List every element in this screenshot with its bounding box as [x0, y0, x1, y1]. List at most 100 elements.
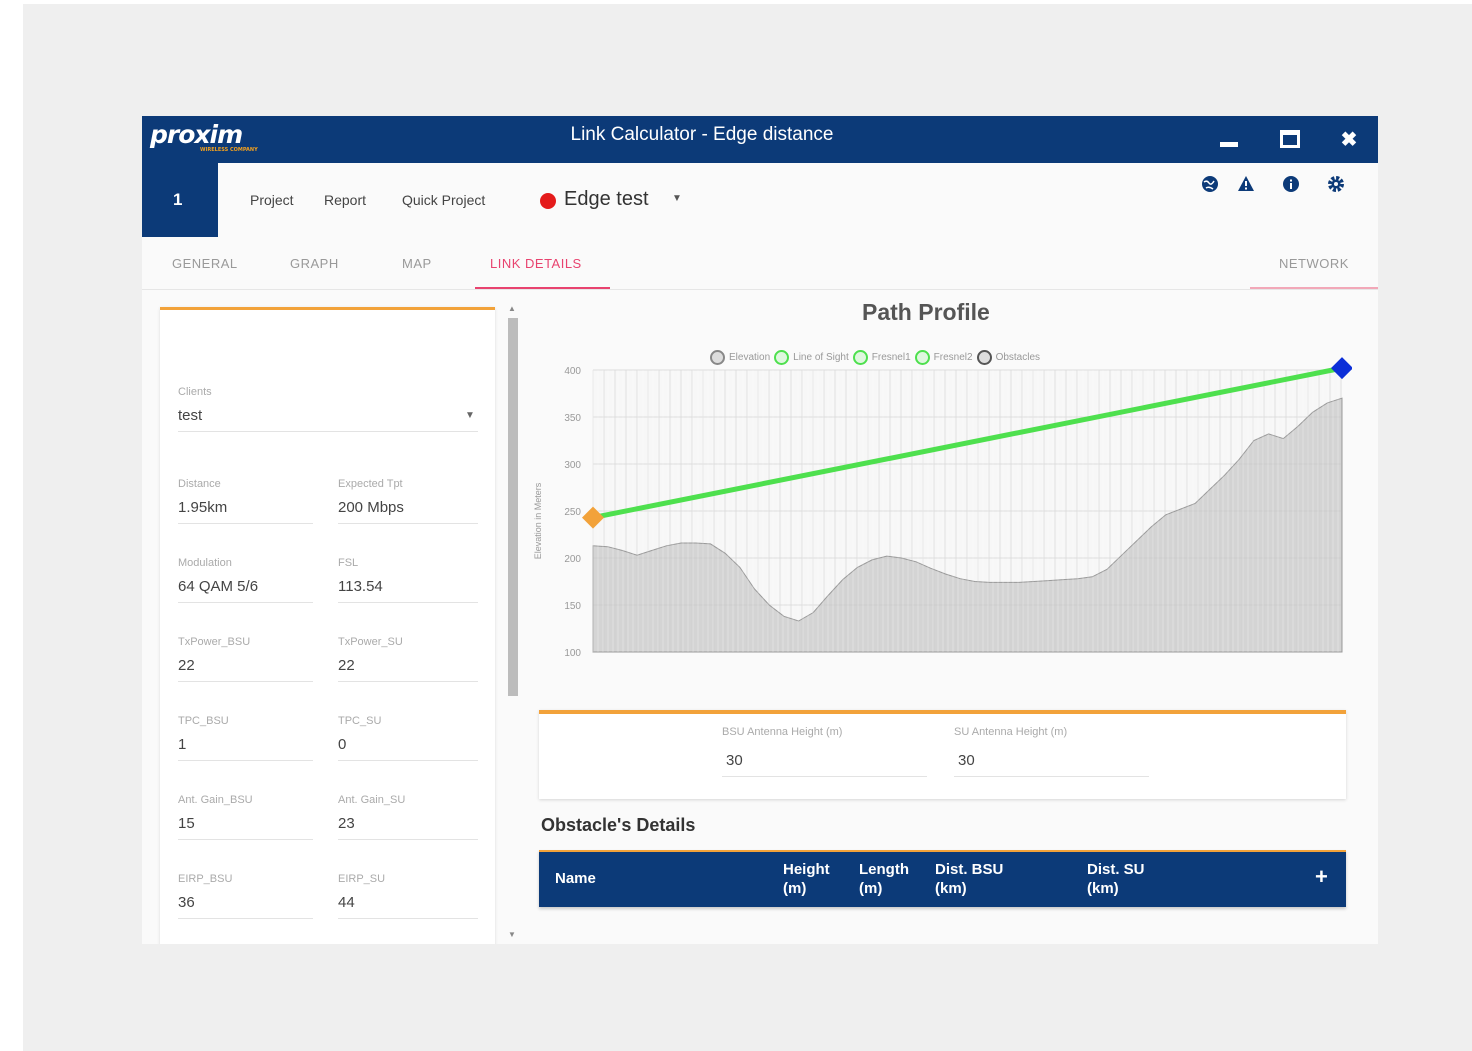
bsu-antenna-height-label: BSU Antenna Height (m): [722, 726, 843, 738]
title-bar: proxim WIRELESS COMPANY Link Calculator …: [142, 116, 1378, 163]
fsl-label: FSL: [338, 557, 359, 569]
distance-underline: [178, 523, 313, 524]
project-selector[interactable]: Edge test: [564, 188, 649, 211]
tpc-su-label: TPC_SU: [338, 715, 382, 727]
tpc-bsu-field[interactable]: TPC_BSU 1: [178, 715, 318, 761]
ant-gain-bsu-label: Ant. Gain_BSU: [178, 794, 253, 806]
tab-network[interactable]: NETWORK: [1279, 256, 1349, 271]
tpc-su-value: 0: [338, 736, 347, 753]
project-number-tab[interactable]: 1: [142, 163, 218, 237]
tab-link-details[interactable]: LINK DETAILS: [490, 256, 582, 271]
window-title: Link Calculator - Edge distance: [570, 124, 834, 145]
su-antenna-height-label: SU Antenna Height (m): [954, 726, 1068, 738]
scrollbar[interactable]: ▲ ▼: [505, 304, 519, 944]
tpc-bsu-label: TPC_BSU: [178, 715, 229, 727]
tpc-su-underline: [338, 760, 478, 761]
column-name: Name: [555, 870, 596, 887]
y-tick-label: 350: [564, 413, 581, 424]
expected-tpt-value: 200 Mbps: [338, 499, 404, 516]
distance-value: 1.95km: [178, 499, 228, 516]
tab-general[interactable]: GENERAL: [172, 256, 238, 271]
bsu-antenna-height-field[interactable]: BSU Antenna Height (m) 30: [722, 726, 927, 777]
app-window: proxim WIRELESS COMPANY Link Calculator …: [142, 116, 1378, 944]
eirp-su-underline: [338, 918, 478, 919]
column-length: Length (m): [859, 861, 909, 897]
scroll-down-icon[interactable]: ▼: [508, 930, 516, 939]
chevron-down-icon[interactable]: ▼: [465, 410, 475, 421]
tab-graph[interactable]: GRAPH: [290, 256, 339, 271]
tab-bar: GENERAL GRAPH MAP LINK DETAILS NETWORK: [142, 237, 1378, 290]
eirp-bsu-field[interactable]: EIRP_BSU 36: [178, 873, 318, 919]
minimize-icon[interactable]: [1214, 124, 1244, 154]
txpower-su-field[interactable]: TxPower_SU 22: [338, 636, 478, 682]
ant-gain-bsu-underline: [178, 839, 313, 840]
modulation-value: 64 QAM 5/6: [178, 578, 259, 595]
txpower-su-underline: [338, 681, 478, 682]
menu-quick-project[interactable]: Quick Project: [402, 192, 485, 208]
active-tab-indicator: [475, 287, 610, 289]
distance-label: Distance: [178, 478, 221, 490]
tpc-su-field[interactable]: TPC_SU 0: [338, 715, 478, 761]
ant-gain-su-field[interactable]: Ant. Gain_SU 23: [338, 794, 478, 840]
modulation-label: Modulation: [178, 557, 232, 569]
close-icon[interactable]: ✖: [1334, 124, 1364, 154]
fsl-field[interactable]: FSL 113.54: [338, 557, 478, 603]
clients-underline: [178, 431, 478, 432]
settings-icon[interactable]: [1326, 175, 1346, 195]
scroll-up-icon[interactable]: ▲: [508, 304, 516, 313]
eirp-su-value: 44: [338, 894, 355, 911]
modulation-underline: [178, 602, 313, 603]
path-profile-chart: 400 350 300 250 200 150 100 Elevation in Meters: [533, 357, 1352, 656]
eirp-bsu-underline: [178, 918, 313, 919]
link-details-panel: Clients test ▼ Distance 1.95km Expected Tp…: [160, 307, 495, 944]
column-dist-bsu: Dist. BSU (km): [935, 861, 1004, 897]
fsl-value: 113.54: [338, 578, 383, 595]
chevron-down-icon[interactable]: ▼: [672, 193, 682, 204]
globe-icon[interactable]: [1200, 175, 1220, 195]
txpower-bsu-label: TxPower_BSU: [178, 636, 251, 648]
tab-map[interactable]: MAP: [402, 256, 432, 271]
tpc-bsu-value: 1: [178, 736, 187, 753]
info-icon[interactable]: [1281, 175, 1301, 195]
y-tick-label: 250: [564, 507, 581, 518]
clients-select[interactable]: Clients test: [178, 386, 478, 432]
menu-project[interactable]: Project: [250, 192, 294, 208]
add-obstacle-button[interactable]: +: [1315, 864, 1328, 890]
y-tick-label: 200: [564, 554, 581, 565]
eirp-su-field[interactable]: EIRP_SU 44: [338, 873, 478, 919]
txpower-bsu-field[interactable]: TxPower_BSU 22: [178, 636, 318, 682]
ant-gain-bsu-field[interactable]: Ant. Gain_BSU 15: [178, 794, 318, 840]
tpc-bsu-underline: [178, 760, 313, 761]
logo-tagline: WIRELESS COMPANY: [200, 147, 258, 153]
expected-tpt-field[interactable]: Expected Tpt 200 Mbps: [338, 478, 478, 524]
obstacle-details-title: Obstacle's Details: [541, 815, 696, 835]
expected-tpt-underline: [338, 523, 478, 524]
su-antenna-height-field[interactable]: SU Antenna Height (m) 30: [954, 726, 1154, 777]
warning-icon[interactable]: [1236, 175, 1256, 195]
expected-tpt-label: Expected Tpt: [338, 478, 403, 490]
fsl-underline: [338, 602, 478, 603]
modulation-field[interactable]: Modulation 64 QAM 5/6: [178, 557, 318, 603]
maximize-icon[interactable]: [1275, 124, 1305, 154]
eirp-bsu-label: EIRP_BSU: [178, 873, 233, 885]
scrollbar-thumb[interactable]: [508, 318, 518, 696]
y-tick-label: 300: [564, 460, 581, 471]
logo-text: proxim: [150, 120, 243, 149]
antenna-height-card: BSU Antenna Height (m) 30 SU Antenna Hei…: [539, 710, 1346, 799]
clients-value: test: [178, 407, 203, 424]
y-tick-label: 100: [564, 648, 581, 656]
eirp-bsu-value: 36: [178, 894, 195, 911]
su-antenna-underline: [954, 776, 1149, 777]
txpower-su-value: 22: [338, 657, 355, 674]
menu-report[interactable]: Report: [324, 192, 366, 208]
distance-field[interactable]: Distance 1.95km: [178, 478, 318, 524]
network-tab-indicator: [1250, 287, 1378, 289]
ant-gain-su-label: Ant. Gain_SU: [338, 794, 406, 806]
ant-gain-su-underline: [338, 839, 478, 840]
ant-gain-su-value: 23: [338, 815, 355, 832]
y-axis-label: Elevation in Meters: [533, 482, 543, 559]
txpower-bsu-underline: [178, 681, 313, 682]
ant-gain-bsu-value: 15: [178, 815, 195, 832]
bsu-antenna-height-value: 30: [726, 752, 743, 769]
txpower-su-label: TxPower_SU: [338, 636, 403, 648]
